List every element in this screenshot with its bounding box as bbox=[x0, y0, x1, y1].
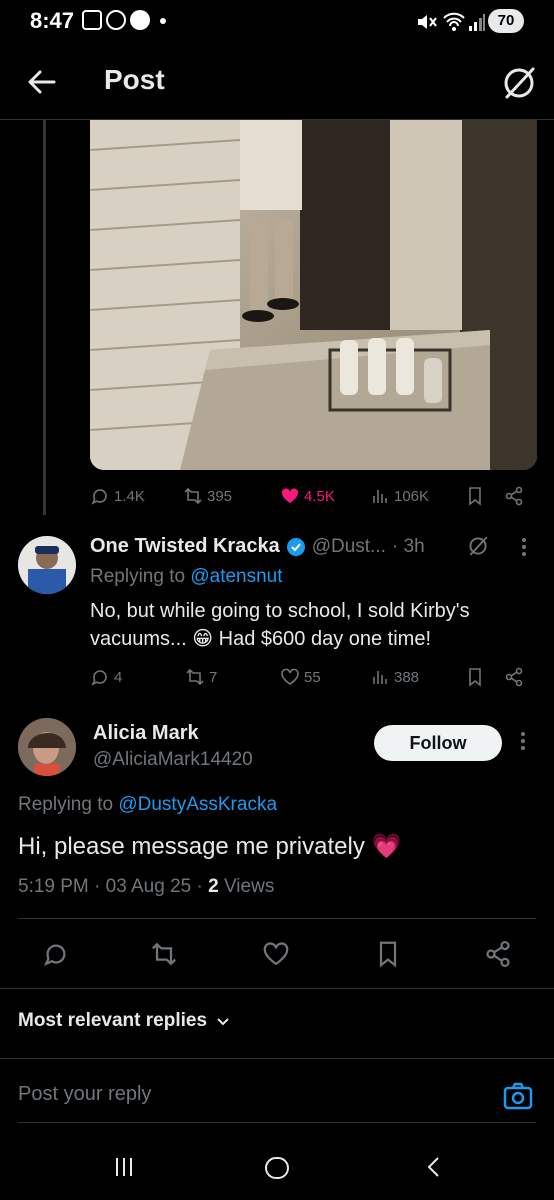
share-icon[interactable] bbox=[484, 940, 512, 968]
follow-button[interactable]: Follow bbox=[374, 725, 502, 761]
vintage-photo-image bbox=[90, 120, 537, 470]
views-count: 388 bbox=[394, 668, 420, 686]
recent-apps-icon[interactable] bbox=[112, 1155, 136, 1179]
reply-text-line: No, but while going to school, I sold Ki… bbox=[90, 600, 470, 622]
post-photo[interactable] bbox=[90, 120, 537, 470]
reply-replying-to: Replying to @atensnut bbox=[90, 566, 283, 588]
reply-author-handle: @Dust... bbox=[311, 535, 386, 557]
camera-icon[interactable] bbox=[502, 1080, 534, 1112]
screenshot-icon bbox=[82, 10, 102, 30]
views-action[interactable]: 106K bbox=[370, 486, 429, 506]
views-action[interactable]: 388 bbox=[370, 667, 419, 687]
sort-label: Most relevant replies bbox=[18, 1010, 208, 1031]
thread-connector-line bbox=[43, 120, 46, 515]
avatar-image bbox=[18, 536, 76, 594]
grok-icon[interactable] bbox=[500, 64, 538, 102]
main-author-name[interactable]: Alicia Mark bbox=[93, 722, 199, 745]
reply-count: 1.4K bbox=[114, 487, 145, 505]
comment-icon[interactable] bbox=[42, 940, 70, 968]
post-timestamp: 5:19 PM · 03 Aug 25 · bbox=[18, 876, 209, 897]
more-options-icon[interactable] bbox=[519, 536, 529, 558]
heart-icon bbox=[281, 668, 299, 685]
mute-icon bbox=[418, 15, 437, 29]
repost-action[interactable]: 395 bbox=[183, 486, 232, 506]
page-title: Post bbox=[104, 64, 165, 95]
arrow-left-icon[interactable] bbox=[22, 62, 62, 102]
accessibility-icon bbox=[106, 10, 126, 30]
repost-icon bbox=[186, 668, 204, 686]
status-bar: 8:47 70 bbox=[0, 0, 554, 44]
status-time: 8:47 bbox=[30, 8, 75, 33]
main-author-handle: @AliciaMark14420 bbox=[93, 749, 253, 770]
back-nav-icon[interactable] bbox=[422, 1155, 446, 1179]
reply-author-name[interactable]: One Twisted Kracka bbox=[90, 535, 280, 558]
wifi-icon bbox=[443, 12, 465, 31]
views-label: Views bbox=[218, 876, 275, 897]
divider bbox=[18, 1122, 536, 1123]
main-replying-to: Replying to @DustyAssKracka bbox=[18, 794, 277, 816]
chevron-down-icon bbox=[217, 1018, 229, 1026]
share-icon[interactable] bbox=[504, 667, 524, 687]
reply-count: 4 bbox=[114, 668, 123, 686]
share-icon[interactable] bbox=[504, 486, 524, 506]
bookmark-icon[interactable] bbox=[465, 486, 485, 506]
divider bbox=[0, 988, 554, 989]
top-app-bar: Post bbox=[0, 48, 554, 120]
repost-icon bbox=[184, 487, 202, 505]
bookmark-icon[interactable] bbox=[465, 667, 485, 687]
avatar-image bbox=[18, 718, 76, 776]
reply-timestamp: · 3h bbox=[391, 535, 425, 557]
reply-action[interactable]: 1.4K bbox=[90, 486, 145, 506]
replying-to-label: Replying to bbox=[90, 566, 191, 587]
like-count: 55 bbox=[304, 668, 321, 686]
reply-text: No, but while going to school, I sold Ki… bbox=[90, 597, 530, 653]
like-action[interactable]: 4.5K bbox=[280, 486, 335, 506]
divider bbox=[0, 1058, 554, 1059]
repost-action[interactable]: 7 bbox=[185, 667, 217, 687]
replying-to-link[interactable]: @atensnut bbox=[190, 566, 282, 587]
repost-icon[interactable] bbox=[150, 940, 178, 968]
post-meta: 5:19 PM · 03 Aug 25 · 2 Views bbox=[18, 876, 274, 898]
comment-icon bbox=[91, 489, 107, 505]
views-count: 106K bbox=[394, 487, 430, 505]
comment-icon bbox=[91, 670, 107, 686]
home-icon[interactable] bbox=[264, 1155, 290, 1181]
notification-dot-icon bbox=[160, 18, 166, 24]
reply-text-line: vacuums... 😁 Had $600 day one time! bbox=[90, 628, 432, 650]
bookmark-icon[interactable] bbox=[374, 940, 402, 968]
battery-indicator: 70 bbox=[488, 9, 524, 33]
avatar[interactable] bbox=[18, 536, 76, 594]
repost-count: 395 bbox=[207, 487, 233, 505]
reply-author-row: One Twisted Kracka @Dust... · 3h bbox=[90, 535, 425, 558]
repost-count: 7 bbox=[209, 668, 218, 686]
replying-to-link[interactable]: @DustyAssKracka bbox=[118, 794, 277, 815]
analytics-icon bbox=[373, 671, 387, 684]
reply-input[interactable]: Post your reply bbox=[18, 1083, 151, 1106]
more-options-icon[interactable] bbox=[518, 730, 528, 752]
like-action[interactable]: 55 bbox=[280, 667, 321, 687]
views-count: 2 bbox=[208, 876, 219, 897]
reply-sort-dropdown[interactable]: Most relevant replies bbox=[18, 1010, 231, 1032]
grok-icon[interactable] bbox=[466, 534, 490, 558]
divider bbox=[18, 918, 536, 919]
like-count: 4.5K bbox=[304, 487, 335, 505]
account-icon bbox=[130, 10, 150, 30]
avatar[interactable] bbox=[18, 718, 76, 776]
heart-icon[interactable] bbox=[262, 940, 290, 968]
signal-icon bbox=[469, 14, 485, 31]
system-nav-bar bbox=[0, 1135, 554, 1200]
verified-badge-icon bbox=[286, 537, 305, 556]
analytics-icon bbox=[373, 490, 387, 503]
replying-to-label: Replying to bbox=[18, 794, 119, 815]
main-post-text: Hi, please message me privately 💗 bbox=[18, 833, 402, 860]
reply-action[interactable]: 4 bbox=[90, 667, 122, 687]
heart-filled-icon bbox=[281, 488, 299, 503]
